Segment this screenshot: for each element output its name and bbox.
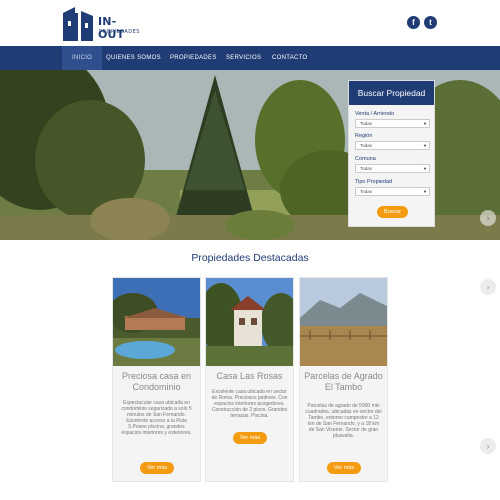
property-card-body: Casa Las Rosas Excelente casa ubicada en… [206, 366, 293, 481]
search-panel: Buscar Propiedad Venta / Arriendo Todas … [348, 80, 435, 227]
comuna-select-value: Todas [360, 166, 373, 171]
chevron-down-icon: ▼ [423, 143, 427, 148]
carousel-next-arrow[interactable]: › [480, 438, 496, 454]
featured-title: Propiedades Destacadas [191, 252, 309, 264]
hero-next-arrow[interactable]: › [480, 210, 496, 226]
logo[interactable]: IN-OUT PROPIEDADES [61, 7, 141, 41]
property-image[interactable] [300, 278, 387, 366]
property-title[interactable]: Parcelas de Agrado El Tambo [303, 371, 384, 393]
chevron-down-icon: ▼ [423, 121, 427, 126]
property-card: Casa Las Rosas Excelente casa ubicada en… [205, 277, 294, 482]
page: IN-OUT PROPIEDADES f t INICIO QUIENES SO… [0, 0, 500, 500]
property-card-body: Parcelas de Agrado El Tambo Parcelas de … [300, 366, 387, 481]
comuna-select[interactable]: Todas ▼ [355, 164, 430, 173]
operacion-select[interactable]: Todas ▼ [355, 119, 430, 128]
tipo-select[interactable]: Todas ▼ [355, 187, 430, 196]
chevron-down-icon: ▼ [423, 166, 427, 171]
property-card: Parcelas de Agrado El Tambo Parcelas de … [299, 277, 388, 482]
property-description: Excelente casa ubicada en sector de Roma… [211, 389, 288, 420]
search-panel-title: Buscar Propiedad [349, 81, 434, 105]
logo-building-icon [63, 7, 93, 41]
property-card: Preciosa casa en Condominio Espectacular… [112, 277, 201, 482]
site-header: IN-OUT PROPIEDADES f t [0, 0, 500, 46]
chevron-down-icon: ▼ [423, 189, 427, 194]
ver-mas-button[interactable]: Ver más [327, 462, 361, 474]
region-select[interactable]: Todas ▼ [355, 141, 430, 150]
search-button[interactable]: Buscar [377, 206, 408, 218]
nav-item-contacto[interactable]: CONTACTO [262, 46, 318, 70]
property-title[interactable]: Preciosa casa en Condominio [116, 371, 197, 393]
field-label-operacion: Venta / Arriendo [355, 111, 395, 117]
property-description: Parcelas de agrado de 5000 mts cuadrados… [305, 403, 382, 440]
carousel-prev-arrow[interactable]: › [480, 279, 496, 295]
logo-title: IN-OUT [98, 15, 125, 41]
field-label-region: Región [355, 133, 373, 139]
twitter-icon[interactable]: t [424, 16, 437, 29]
tipo-select-value: Todas [360, 189, 373, 194]
region-select-value: Todas [360, 143, 373, 148]
property-image[interactable] [206, 278, 293, 366]
field-label-tipo: Tipo Propiedad [355, 179, 393, 185]
operacion-select-value: Todas [360, 121, 373, 126]
ver-mas-button[interactable]: Ver más [233, 432, 267, 444]
logo-subtitle: PROPIEDADES [99, 29, 140, 35]
ver-mas-button[interactable]: Ver más [140, 462, 174, 474]
field-label-comuna: Comuna [355, 156, 376, 162]
property-image[interactable] [113, 278, 200, 366]
property-title[interactable]: Casa Las Rosas [209, 371, 290, 382]
property-card-body: Preciosa casa en Condominio Espectacular… [113, 366, 200, 481]
property-description: Espectacular casa ubicada en condominio … [121, 400, 192, 437]
main-nav: INICIO QUIENES SOMOS PROPIEDADES SERVICI… [0, 46, 500, 70]
facebook-icon[interactable]: f [407, 16, 420, 29]
